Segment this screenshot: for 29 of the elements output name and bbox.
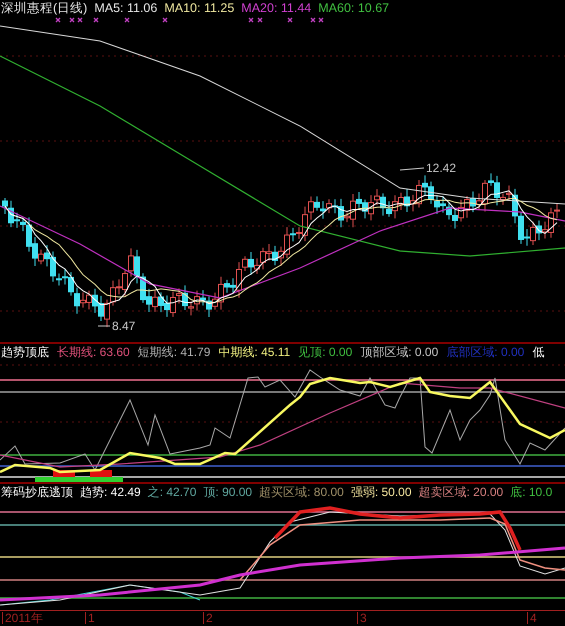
price-label: 8.47: [112, 319, 136, 333]
indicator-value: 趋势: 42.49: [80, 486, 141, 498]
indicator-title: 筹码抄底逃顶: [1, 486, 73, 498]
indicator-value: 见顶: 0.00: [298, 346, 352, 358]
indicator-value: 短期线: 41.79: [138, 346, 210, 358]
price-label: 12.42: [426, 161, 456, 175]
indicator-value: 底部区域: 0.00: [446, 346, 524, 358]
axis-label: 2011年: [2, 612, 43, 624]
axis-label: 1: [85, 612, 95, 624]
indicator-value: 之: 42.70: [148, 486, 196, 498]
chart-title: 深圳惠程(日线): [1, 2, 88, 14]
ma-value: MA10: 11.25: [164, 2, 234, 14]
indicator-value: 超买区域: 80.00: [259, 486, 344, 498]
ma-value: MA60: 10.67: [318, 2, 390, 14]
indicator-value: 顶部区域: 0.00: [360, 346, 438, 358]
ma-value: MA5: 11.06: [94, 2, 158, 14]
ma-value: MA20: 11.44: [241, 2, 312, 14]
axis-label: 4: [527, 612, 537, 624]
indicator-value: 长期线: 63.60: [57, 346, 130, 358]
indicator-value: 强弱: 50.00: [350, 486, 412, 498]
indicator-value: 超卖区域: 20.00: [418, 486, 504, 498]
indicator-value: 低: [532, 346, 544, 358]
indicator-value: 底: 10.0: [510, 486, 552, 498]
indicator-value: 中期线: 45.11: [218, 346, 290, 358]
axis-label: 3: [357, 612, 367, 624]
leader-line: [400, 168, 424, 170]
indicator-value: 顶: 90.00: [203, 486, 252, 498]
indicator-title: 趋势顶底: [1, 346, 49, 358]
axis-label: 2: [203, 612, 213, 624]
